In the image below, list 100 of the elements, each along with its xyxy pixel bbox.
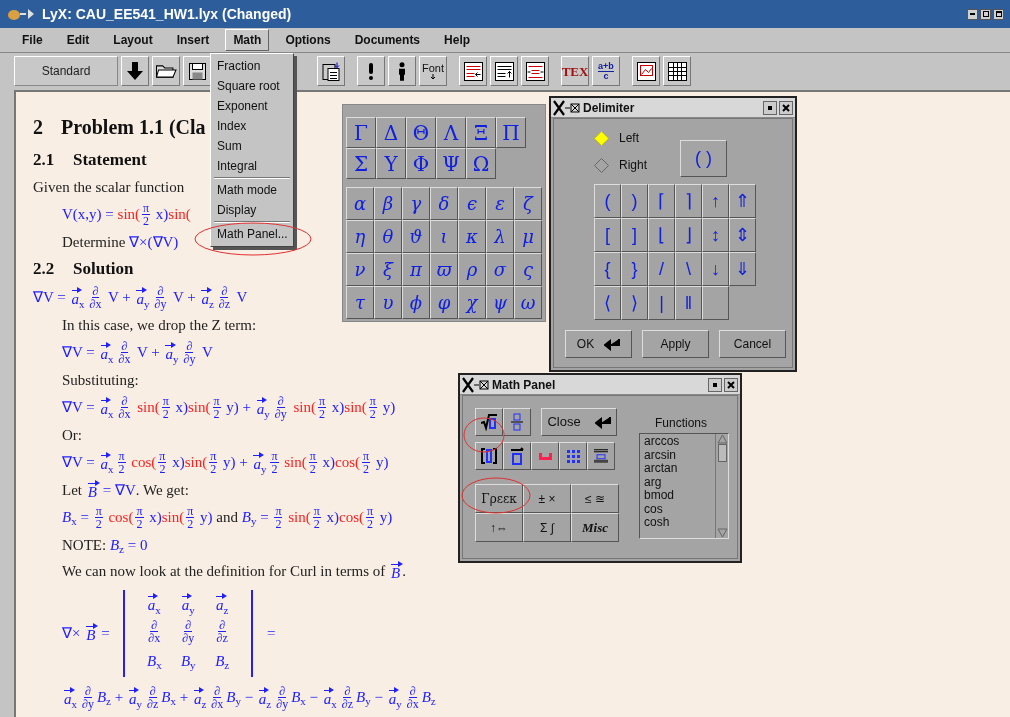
minimize-button[interactable] bbox=[708, 377, 722, 392]
symbol-button[interactable]: ζ bbox=[514, 187, 542, 220]
list-item[interactable]: cos bbox=[644, 502, 715, 516]
symbol-button[interactable]: Ψ bbox=[436, 148, 466, 179]
close-button[interactable] bbox=[779, 100, 793, 115]
symbol-button[interactable]: Δ bbox=[376, 117, 406, 148]
menu-item[interactable]: Integral bbox=[211, 156, 293, 176]
tool-button[interactable]: ≤ ≊ bbox=[571, 484, 619, 513]
scrollbar[interactable] bbox=[715, 434, 728, 538]
menu-item[interactable]: Sum bbox=[211, 136, 293, 156]
layout-dropdown[interactable]: Standard bbox=[14, 56, 118, 86]
symbol-button[interactable]: ψ bbox=[486, 286, 514, 319]
delimiter-button[interactable]: / bbox=[648, 252, 675, 286]
radio-label[interactable]: Left bbox=[619, 129, 639, 147]
symbol-button[interactable]: φ bbox=[430, 286, 458, 319]
symbol-button[interactable]: υ bbox=[374, 286, 402, 319]
tool-button[interactable]: Misc bbox=[571, 513, 619, 542]
maximize-button[interactable] bbox=[980, 8, 991, 20]
menu-item[interactable]: Help bbox=[436, 29, 479, 51]
toolbar-button[interactable] bbox=[521, 56, 549, 86]
symbol-button[interactable]: ε bbox=[486, 187, 514, 220]
tool-button[interactable] bbox=[475, 408, 503, 436]
symbol-button[interactable]: π bbox=[402, 253, 430, 286]
symbol-button[interactable]: Ω bbox=[466, 148, 496, 179]
symbol-button[interactable]: χ bbox=[458, 286, 486, 319]
tool-button[interactable]: ↑⇔ bbox=[475, 513, 523, 542]
delimiter-button[interactable]: ⌈ bbox=[648, 184, 675, 218]
radio-button[interactable] bbox=[594, 157, 609, 173]
delimiter-button[interactable]: { bbox=[594, 252, 621, 286]
toolbar-button[interactable]: a+b c bbox=[592, 56, 620, 86]
symbol-button[interactable]: ν bbox=[346, 253, 374, 286]
tool-button[interactable]: Σ ∫ bbox=[523, 513, 571, 542]
toolbar-button[interactable]: Font bbox=[419, 56, 447, 86]
delimiter-button[interactable] bbox=[702, 286, 729, 320]
symbol-button[interactable]: ι bbox=[430, 220, 458, 253]
menu-item[interactable]: Index bbox=[211, 116, 293, 136]
toolbar-button[interactable] bbox=[152, 56, 180, 86]
delimiter-button[interactable]: ⌉ bbox=[675, 184, 702, 218]
symbol-button[interactable]: α bbox=[346, 187, 374, 220]
delimiter-button[interactable]: | bbox=[648, 286, 675, 320]
symbol-button[interactable]: Φ bbox=[406, 148, 436, 179]
symbol-button[interactable]: Π bbox=[496, 117, 526, 148]
minimize-button[interactable] bbox=[763, 100, 777, 115]
tool-button[interactable] bbox=[587, 442, 615, 470]
menu-item[interactable]: Layout bbox=[105, 29, 161, 51]
toolbar-button[interactable] bbox=[388, 56, 416, 86]
menu-item[interactable]: Options bbox=[277, 29, 339, 51]
dialog-button[interactable]: OK bbox=[565, 330, 632, 358]
symbol-button[interactable]: λ bbox=[486, 220, 514, 253]
symbol-button[interactable]: ρ bbox=[458, 253, 486, 286]
symbol-button[interactable]: ς bbox=[514, 253, 542, 286]
list-item[interactable]: arg bbox=[644, 475, 715, 489]
symbol-button[interactable]: Σ bbox=[346, 148, 376, 179]
list-item[interactable]: arccos bbox=[644, 435, 715, 449]
symbol-button[interactable]: ϖ bbox=[430, 253, 458, 286]
symbol-button[interactable]: Γ bbox=[346, 117, 376, 148]
delimiter-button[interactable]: ⇑ bbox=[729, 184, 756, 218]
toolbar-button[interactable] bbox=[357, 56, 385, 86]
toolbar-button[interactable] bbox=[121, 56, 149, 86]
toolbar-button[interactable] bbox=[183, 56, 211, 86]
delimiter-button[interactable]: \ bbox=[675, 252, 702, 286]
symbol-button[interactable]: σ bbox=[486, 253, 514, 286]
radio-label[interactable]: Right bbox=[619, 156, 647, 174]
delimiter-button[interactable]: ⌋ bbox=[675, 218, 702, 252]
functions-list[interactable]: arccos arcsin arctan arg bmod cos cosh bbox=[639, 433, 729, 539]
delimiter-button[interactable]: ⇓ bbox=[729, 252, 756, 286]
menu-item[interactable]: Edit bbox=[58, 29, 98, 51]
menu-item[interactable]: Exponent bbox=[211, 96, 293, 116]
scroll-thumb[interactable] bbox=[717, 444, 727, 462]
toolbar-button[interactable] bbox=[490, 56, 518, 86]
close-button[interactable] bbox=[993, 8, 1004, 20]
symbol-button[interactable]: Λ bbox=[436, 117, 466, 148]
symbol-button[interactable]: η bbox=[346, 220, 374, 253]
list-item[interactable]: arcsin bbox=[644, 448, 715, 462]
delimiter-button[interactable]: ↓ bbox=[702, 252, 729, 286]
menu-item[interactable]: Insert bbox=[168, 29, 218, 51]
delimiter-button[interactable]: ⌊ bbox=[648, 218, 675, 252]
delimiter-button[interactable]: ⟩ bbox=[621, 286, 648, 320]
toolbar-button[interactable] bbox=[317, 56, 345, 86]
toolbar-button[interactable] bbox=[663, 56, 691, 86]
delimiter-button[interactable]: [ bbox=[594, 218, 621, 252]
list-item[interactable]: arctan bbox=[644, 462, 715, 476]
menu-item[interactable]: Display bbox=[211, 200, 293, 220]
symbol-button[interactable]: ξ bbox=[374, 253, 402, 286]
toolbar-button[interactable]: TEX bbox=[561, 56, 589, 86]
tool-button[interactable]: ± × bbox=[523, 484, 571, 513]
dialog-button[interactable]: Apply bbox=[642, 330, 709, 358]
symbol-button[interactable]: Θ bbox=[406, 117, 436, 148]
symbol-button[interactable]: Ξ bbox=[466, 117, 496, 148]
toolbar-button[interactable] bbox=[459, 56, 487, 86]
list-item[interactable]: cosh bbox=[644, 516, 715, 530]
menu-item[interactable]: Math bbox=[225, 29, 270, 51]
symbol-button[interactable]: θ bbox=[374, 220, 402, 253]
list-item[interactable]: bmod bbox=[644, 489, 715, 503]
symbol-button[interactable]: τ bbox=[346, 286, 374, 319]
menu-item[interactable]: Math mode bbox=[211, 180, 293, 200]
menu-item[interactable]: File bbox=[14, 29, 51, 51]
symbol-button[interactable]: κ bbox=[458, 220, 486, 253]
symbol-button[interactable]: ϑ bbox=[402, 220, 430, 253]
symbol-button[interactable]: β bbox=[374, 187, 402, 220]
